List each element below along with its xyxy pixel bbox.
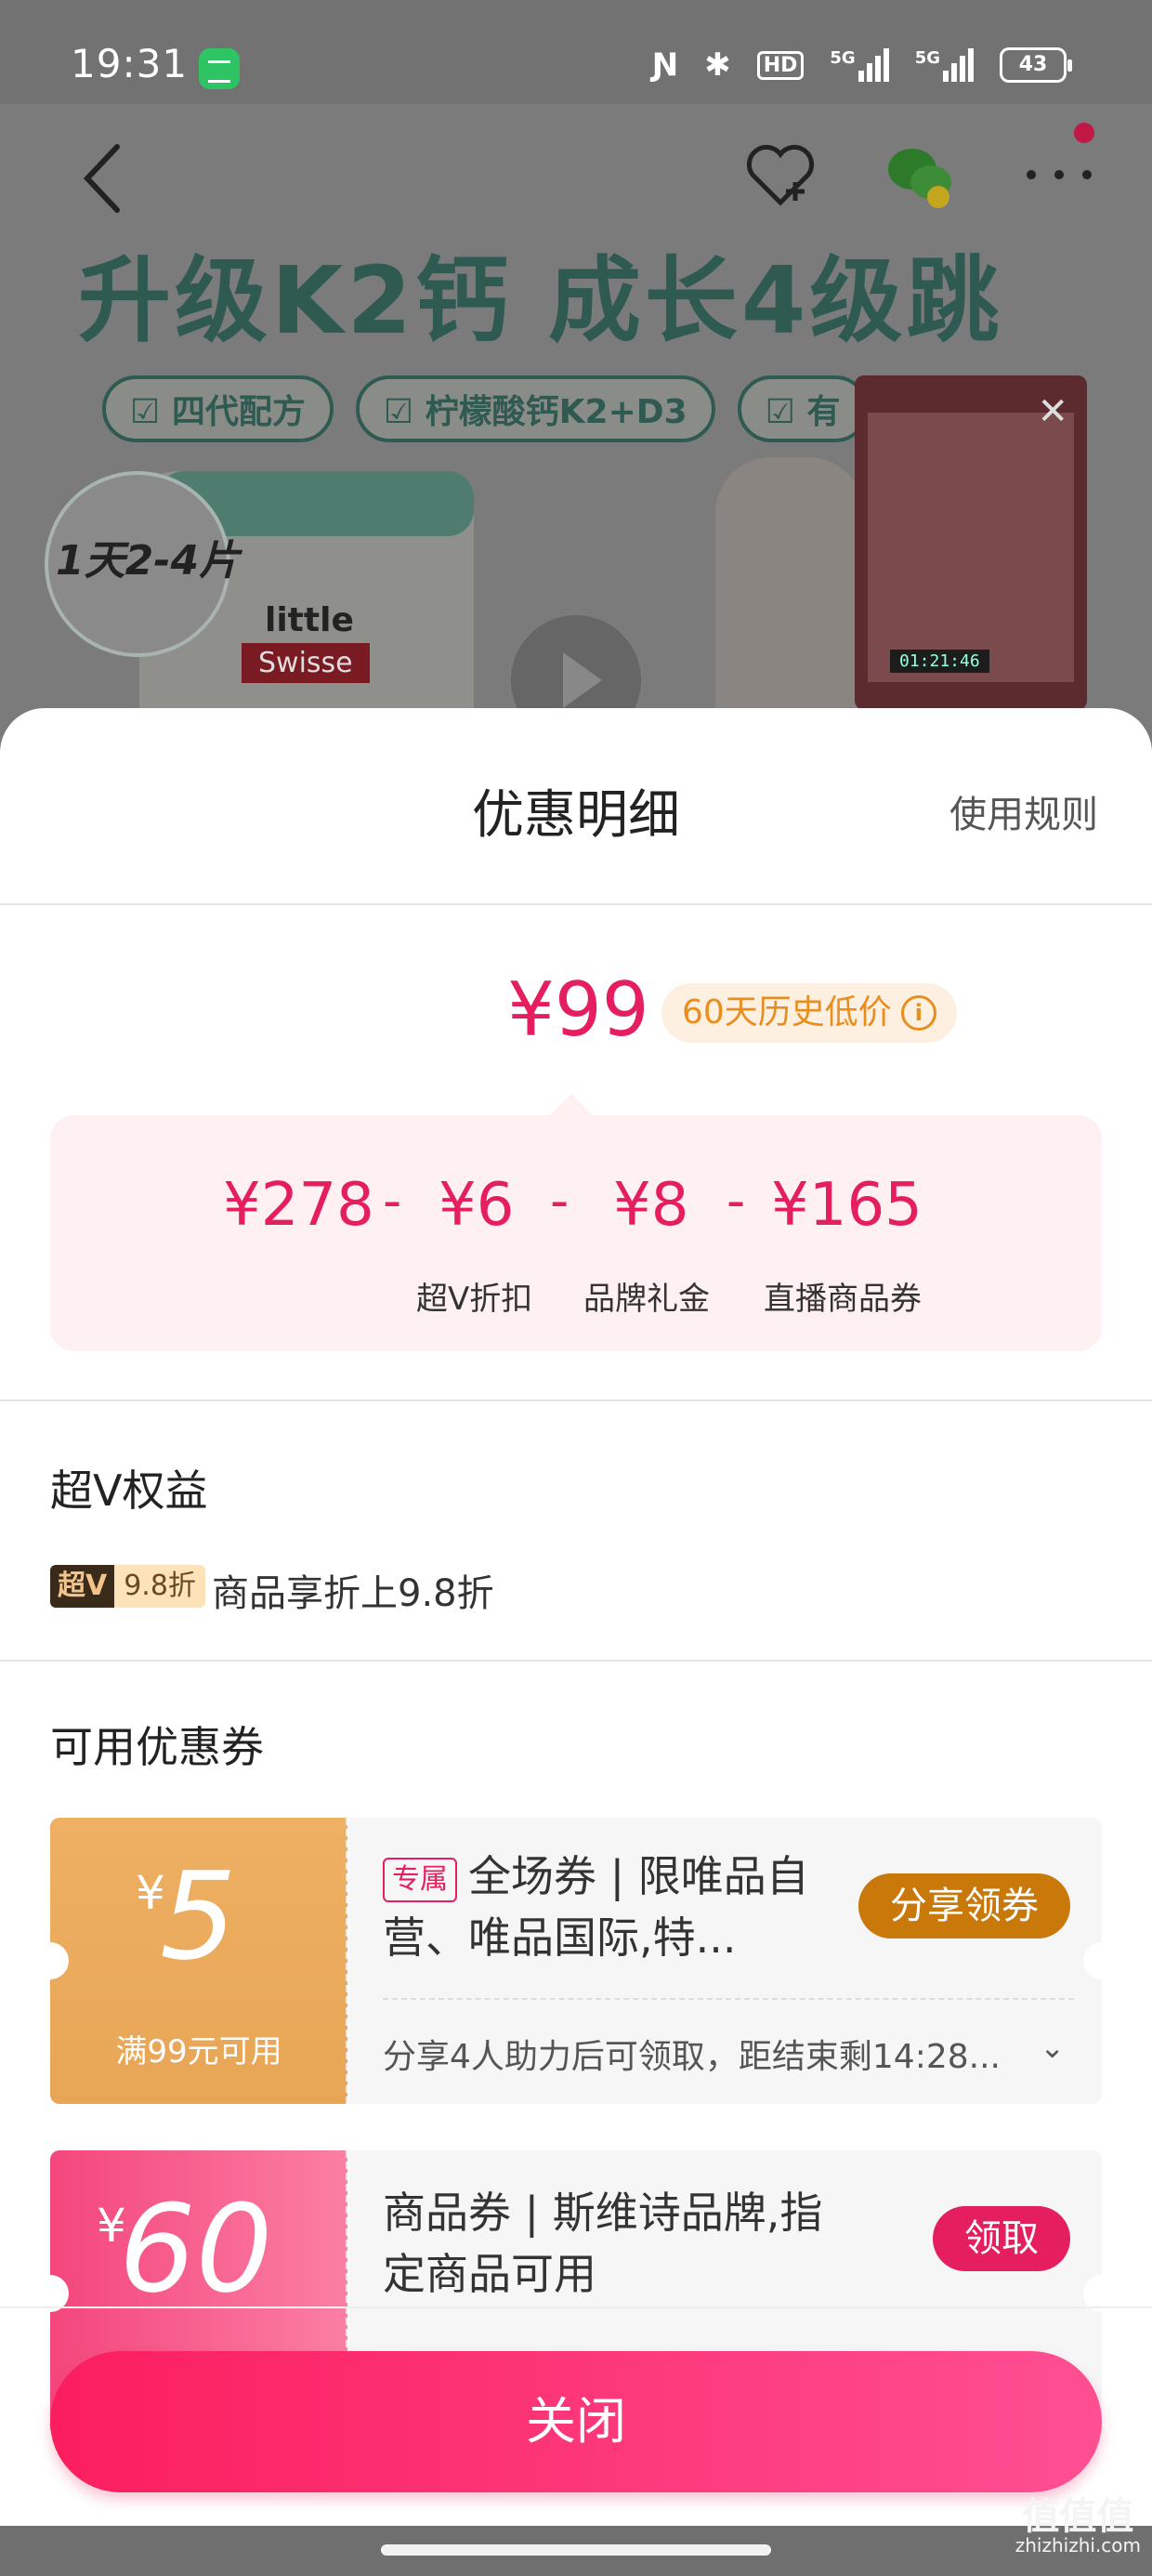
status-time: 19:31 <box>71 41 189 86</box>
final-price: ¥99 <box>507 966 649 1053</box>
chevron-down-icon[interactable]: ⌄ <box>1040 2030 1065 2065</box>
coupon-amount: 60 <box>119 2178 273 2320</box>
signal-icon-2: 5G <box>915 48 974 82</box>
vip-badge: 超V 9.8折 <box>50 1565 205 1608</box>
coupon-title: 商品券 | 斯维诗品牌,指定商品可用 <box>383 2188 823 2299</box>
signal-icon-1: 5G <box>830 48 889 82</box>
bluetooth-icon: ✱ <box>704 46 731 84</box>
banner-tag: ☑ 四代配方 <box>102 375 334 442</box>
footer-divider <box>0 2307 1152 2308</box>
vip-badge-label: 超V <box>50 1565 115 1608</box>
claim-button[interactable]: 领取 <box>933 2206 1070 2271</box>
banner-tag: ☑ 有 <box>737 375 869 442</box>
coupon-amount: 5 <box>160 1846 237 1987</box>
coupon-divider <box>383 1998 1074 2000</box>
banner-tag-label: 柠檬酸钙K2+D3 <box>425 393 687 431</box>
live-coupon-label: 直播商品券 <box>764 1281 922 1318</box>
history-low-badge[interactable]: 60天历史低价 i <box>661 983 957 1043</box>
close-button[interactable]: 关闭 <box>50 2351 1102 2492</box>
notification-dot <box>1074 123 1094 143</box>
price-breakdown: ¥278 - ¥6 - ¥8 - ¥165 超V折扣 品牌礼金 直播商品券 <box>50 1115 1102 1351</box>
banner-tag: ☑ 柠檬酸钙K2+D3 <box>355 375 715 442</box>
live-coupon-value: ¥165 <box>771 1171 923 1240</box>
status-icons: Ɲ ✱ HD 5G 5G 43 <box>651 46 1072 84</box>
live-stream-video <box>868 413 1074 682</box>
coupon-value-panel: ¥ 5 满99元可用 <box>50 1818 349 2104</box>
watermark: 值值值 zhizhizhi.com <box>1015 2498 1141 2556</box>
brand-gift-label: 品牌礼金 <box>583 1281 710 1318</box>
vip-description: 商品享折上9.8折 <box>212 1572 494 1615</box>
info-icon[interactable]: i <box>900 995 936 1031</box>
product-banner: 升级K2钙 成长4级跳 ☑ 四代配方 ☑ 柠檬酸钙K2+D3 ☑ 有 1天2-4… <box>0 104 1152 755</box>
minus-sign: - <box>550 1171 569 1231</box>
status-bar: 19:31 Ɲ ✱ HD 5G 5G 43 <box>0 0 1152 104</box>
more-options-icon[interactable] <box>1022 165 1096 184</box>
banner-nav-icons <box>743 141 1096 208</box>
minus-sign: - <box>727 1171 746 1231</box>
coupon-notch <box>1083 1942 1102 1979</box>
coupon-condition: 满99元可用 <box>115 2033 282 2070</box>
vip-discount-value: ¥6 <box>439 1171 515 1240</box>
coupon-card[interactable]: ¥ 5 满99元可用 专属 全场券 | 限唯品自营、唯品国际,特... 分享领券 … <box>50 1818 1102 2104</box>
exclusive-tag: 专属 <box>383 1857 457 1902</box>
banner-headline: 升级K2钙 成长4级跳 <box>78 246 1003 355</box>
vip-section-title: 超V权益 <box>50 1465 208 1516</box>
watermark-main: 值值值 <box>1022 2495 1134 2538</box>
favorite-add-icon[interactable] <box>743 141 818 208</box>
vip-discount-label: 超V折扣 <box>416 1281 533 1318</box>
nfc-icon: Ɲ <box>651 46 679 84</box>
history-low-label: 60天历史低价 <box>682 993 892 1032</box>
usage-rules-link[interactable]: 使用规则 <box>949 784 1098 838</box>
share-claim-button[interactable]: 分享领券 <box>858 1873 1070 1939</box>
message-app-icon <box>199 48 240 89</box>
network-label-2: 5G <box>914 48 940 68</box>
network-label-1: 5G <box>830 48 856 68</box>
coupon-title: 专属 全场券 | 限唯品自营、唯品国际,特... <box>383 1846 829 1968</box>
banner-tags: ☑ 四代配方 ☑ 柠檬酸钙K2+D3 ☑ 有 <box>102 375 869 442</box>
system-nav-bar <box>0 2526 1152 2576</box>
close-icon[interactable]: ✕ <box>1037 390 1068 433</box>
live-timer: 01:21:46 <box>890 650 989 673</box>
divider <box>0 1660 1152 1662</box>
battery-icon: 43 <box>1000 47 1072 83</box>
live-stream-window[interactable]: ✕ 01:21:46 <box>855 375 1087 710</box>
divider <box>0 903 1152 905</box>
hd-icon: HD <box>756 50 805 80</box>
banner-tag-label: 四代配方 <box>171 393 306 431</box>
watermark-sub: zhizhizhi.com <box>1015 2534 1141 2556</box>
dosage-badge-text: 1天2-4片 <box>56 537 241 585</box>
coupon-section-title: 可用优惠券 <box>50 1722 264 1772</box>
brand-small-text: little <box>265 601 354 639</box>
vip-badge-discount: 9.8折 <box>114 1565 205 1608</box>
home-gesture-handle[interactable] <box>381 2544 771 2556</box>
brand-logo: Swisse <box>242 643 370 683</box>
brand-gift-value: ¥8 <box>613 1171 689 1240</box>
coupon-note: 分享4人助力后可领取，距结束剩14:28... <box>383 2038 1001 2076</box>
divider <box>0 1400 1152 1401</box>
banner-tag-label: 有 <box>806 393 841 431</box>
minus-sign: - <box>383 1171 402 1231</box>
original-price: ¥278 <box>223 1171 374 1240</box>
back-arrow-icon[interactable] <box>80 141 124 216</box>
discount-details-sheet: 优惠明细 使用规则 ¥99 60天历史低价 i ¥278 - ¥6 - ¥8 -… <box>0 708 1152 2526</box>
wechat-share-icon[interactable] <box>883 141 957 208</box>
